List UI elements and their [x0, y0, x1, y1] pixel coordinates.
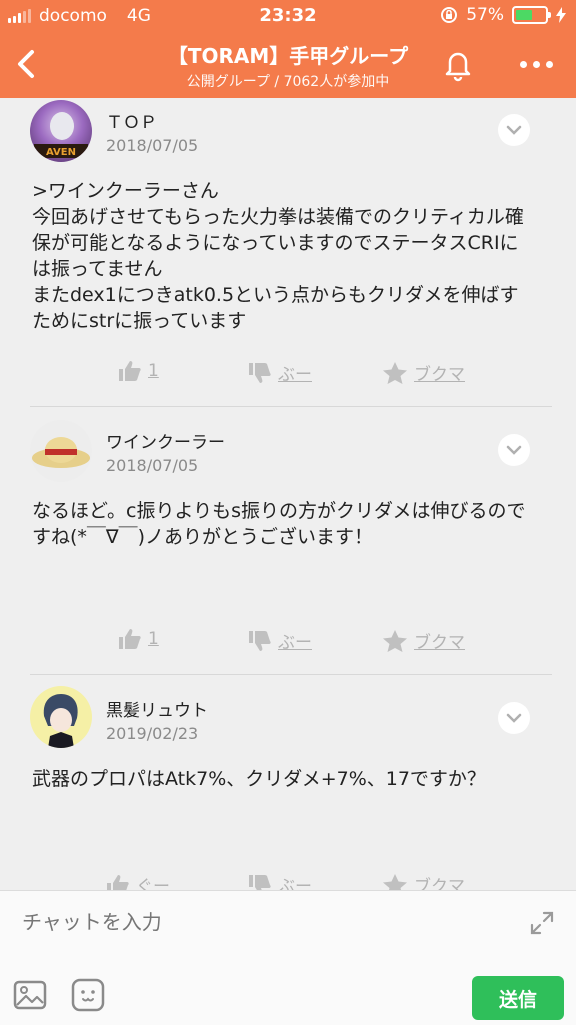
- post-item: ワインクーラー 2018/07/05 なるほど。c振りよりもs振りの方がクリダメ…: [0, 418, 576, 674]
- sticker-icon[interactable]: [70, 977, 106, 1013]
- post-menu-button[interactable]: [498, 702, 530, 734]
- like-count: 1: [148, 629, 159, 649]
- boo-label: ぶー: [278, 365, 312, 385]
- status-right: 57%: [440, 5, 566, 25]
- bookmark-label: ブクマ: [414, 365, 465, 385]
- post-menu-button[interactable]: [498, 114, 530, 146]
- boo-button[interactable]: ぶー: [248, 628, 312, 653]
- thumbs-up-icon: [119, 361, 141, 381]
- thumbs-down-icon: [249, 874, 271, 890]
- bookmark-button[interactable]: ブクマ: [382, 360, 465, 385]
- header-titles: 【TORAM】手甲グループ 公開グループ / 7062人が参加中: [0, 40, 576, 91]
- chevron-down-icon: [506, 125, 522, 135]
- post-actions: 1 ぶー ブクマ: [0, 360, 576, 394]
- star-icon: [383, 361, 407, 384]
- post-author[interactable]: 黒髪リュウト: [106, 696, 208, 721]
- post-body: なるほど。c振りよりもs振りの方がクリダメは伸びるのですね(*￣∇￣)ノありがと…: [32, 500, 526, 548]
- post-author[interactable]: ＴＯＰ: [106, 108, 157, 133]
- thumbs-down-icon: [249, 362, 271, 383]
- expand-icon[interactable]: [526, 907, 558, 939]
- post-actions: ぐー ぶー ブクマ: [0, 872, 576, 890]
- svg-text:AVEN: AVEN: [46, 147, 76, 158]
- post-date: 2018/07/05: [106, 136, 199, 155]
- chat-input[interactable]: [20, 905, 504, 939]
- battery-percent: 57%: [466, 5, 504, 25]
- thumbs-down-icon: [249, 630, 271, 651]
- chat-composer: 送信: [0, 890, 576, 1025]
- charging-icon: [556, 7, 566, 23]
- more-options-button[interactable]: [514, 52, 558, 76]
- post-body: 武器のプロパはAtk7%、クリダメ+7%、17ですか？: [32, 768, 486, 790]
- group-subtitle: 公開グループ / 7062人が参加中: [186, 74, 390, 90]
- post-body: >ワインクーラーさん 今回あげさせてもらった火力拳は装備でのクリティカル確保が可…: [32, 180, 524, 332]
- post-divider: [30, 674, 552, 675]
- avatar[interactable]: [30, 686, 92, 748]
- like-count: ぐー: [136, 877, 170, 890]
- boo-label: ぶー: [278, 633, 312, 653]
- boo-button[interactable]: ぶー: [248, 872, 312, 890]
- like-count: 1: [148, 361, 159, 381]
- like-button[interactable]: 1: [118, 360, 159, 382]
- boo-label: ぶー: [278, 877, 312, 890]
- star-icon: [383, 629, 407, 652]
- group-header: 【TORAM】手甲グループ 公開グループ / 7062人が参加中: [0, 32, 576, 98]
- post-divider: [30, 406, 552, 407]
- post-date: 2018/07/05: [106, 456, 199, 475]
- bookmark-label: ブクマ: [414, 877, 465, 890]
- like-button[interactable]: ぐー: [106, 872, 170, 890]
- bookmark-label: ブクマ: [414, 633, 465, 653]
- orientation-lock-icon: [441, 7, 458, 23]
- send-button[interactable]: 送信: [472, 976, 564, 1020]
- image-icon[interactable]: [12, 977, 48, 1013]
- more-dot-icon: [532, 60, 540, 68]
- boo-button[interactable]: ぶー: [248, 360, 312, 385]
- avatar[interactable]: AVEN: [30, 100, 92, 162]
- post-item: 黒髪リュウト 2019/02/23 武器のプロパはAtk7%、クリダメ+7%、1…: [0, 686, 576, 890]
- bell-icon[interactable]: [438, 44, 478, 84]
- like-button[interactable]: 1: [118, 628, 159, 650]
- avatar[interactable]: [30, 420, 92, 482]
- thumbs-up-icon: [119, 629, 141, 649]
- bookmark-button[interactable]: ブクマ: [382, 872, 465, 890]
- post-author[interactable]: ワインクーラー: [106, 428, 225, 453]
- group-title: 【TORAM】手甲グループ: [167, 44, 409, 68]
- chevron-down-icon: [506, 445, 522, 455]
- post-date: 2019/02/23: [106, 724, 199, 743]
- battery-icon: [512, 6, 551, 24]
- status-bar: docomo 4G 23:32 57%: [0, 0, 576, 32]
- bookmark-button[interactable]: ブクマ: [382, 628, 465, 653]
- thumbs-up-icon: [107, 874, 129, 890]
- post-actions: 1 ぶー ブクマ: [0, 628, 576, 662]
- chevron-down-icon: [506, 713, 522, 723]
- star-icon: [383, 873, 407, 890]
- post-menu-button[interactable]: [498, 434, 530, 466]
- post-item: AVEN ＴＯＰ 2018/07/05 >ワインクーラーさん 今回あげさせてもら…: [0, 98, 576, 406]
- more-dot-icon: [519, 60, 527, 68]
- more-dot-icon: [545, 60, 553, 68]
